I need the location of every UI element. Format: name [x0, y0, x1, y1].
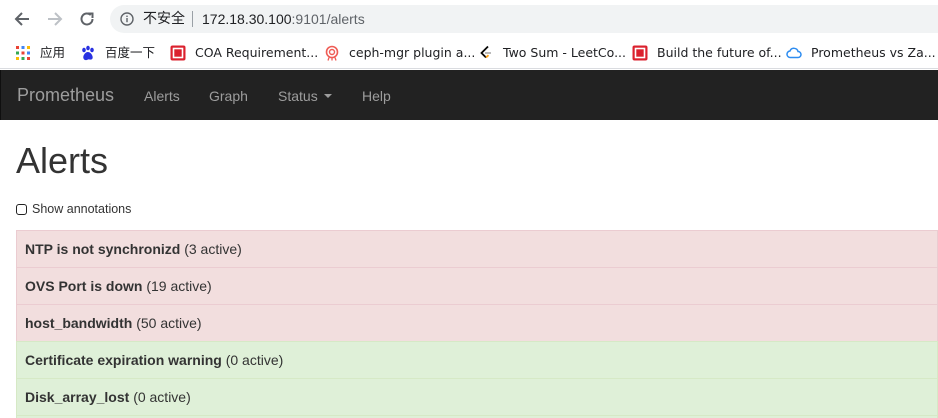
alert-active-count: (50 active)	[136, 315, 202, 331]
security-label: 不安全	[143, 11, 185, 27]
alerts-list: NTP is not synchronizd (3 active) OVS Po…	[16, 230, 938, 418]
bookmark-label: COA Requirement...	[195, 45, 319, 60]
show-annotations-checkbox[interactable]	[16, 203, 27, 215]
nav-help[interactable]: Help	[362, 87, 391, 105]
arrow-right-icon	[48, 12, 63, 26]
top-navbar: Prometheus Alerts Graph Status Help	[0, 70, 938, 120]
info-icon[interactable]	[120, 12, 134, 26]
alert-row[interactable]: NTP is not synchronizd (3 active)	[16, 230, 938, 267]
bookmark-label: ceph-mgr plugin a...	[349, 45, 476, 60]
alert-active-count: (0 active)	[225, 352, 284, 368]
omnibox-divider	[192, 11, 193, 27]
show-annotations-toggle[interactable]: Show annotations	[16, 201, 131, 217]
alert-active-count: (3 active)	[184, 241, 242, 257]
back-button[interactable]	[10, 7, 34, 31]
bookmark-leetcode[interactable]: Two Sum - LeetCo...	[478, 42, 626, 64]
ceph-icon	[325, 45, 339, 61]
bookmark-label: 应用	[40, 45, 66, 60]
leetcode-icon	[480, 45, 491, 59]
alert-row[interactable]: Certificate expiration warning (0 active…	[16, 341, 938, 378]
bookmarks-bar: 应用 百度一下 COA Requirement... ceph-mgr plug…	[0, 37, 938, 69]
cloud-icon	[786, 47, 802, 59]
bookmark-coa-requirement[interactable]: COA Requirement...	[170, 42, 318, 64]
url-path: :9101/alerts	[291, 11, 365, 27]
url-host: 172.18.30.100	[202, 11, 292, 27]
openshift-icon	[170, 45, 186, 61]
bookmark-baidu[interactable]: 百度一下	[80, 42, 155, 64]
show-annotations-label: Show annotations	[32, 202, 132, 216]
alert-active-count: (0 active)	[133, 389, 191, 405]
bookmark-build-future[interactable]: Build the future of...	[632, 42, 782, 64]
reload-button[interactable]	[75, 7, 99, 31]
reload-icon	[80, 12, 94, 26]
url-text[interactable]: 172.18.30.100:9101/alerts	[202, 10, 365, 28]
bookmark-label: 百度一下	[105, 45, 156, 60]
alert-name: host_bandwidth	[25, 315, 133, 331]
nav-status-label: Status	[278, 88, 318, 104]
arrow-left-icon	[14, 12, 29, 26]
alert-name: Disk_array_lost	[25, 389, 130, 405]
address-bar[interactable]: 不安全 172.18.30.100:9101/alerts	[110, 5, 938, 33]
openshift-icon	[632, 45, 648, 61]
alert-name: Certificate expiration warning	[25, 352, 222, 368]
bookmark-label: Two Sum - LeetCo...	[503, 45, 627, 60]
alert-name: OVS Port is down	[25, 278, 143, 294]
browser-toolbar: 不安全 172.18.30.100:9101/alerts	[0, 0, 938, 37]
apps-grid-icon	[16, 46, 30, 60]
alert-active-count: (19 active)	[146, 278, 212, 294]
brand-link[interactable]: Prometheus	[17, 85, 114, 105]
nav-alerts[interactable]: Alerts	[144, 87, 180, 105]
page-title: Alerts	[16, 140, 109, 181]
bookmark-prometheus-vs-zabbix[interactable]: Prometheus vs Za...	[786, 42, 936, 64]
bookmark-apps[interactable]: 应用	[15, 42, 65, 64]
alert-row[interactable]: Disk_array_lost (0 active)	[16, 378, 938, 415]
caret-down-icon	[323, 94, 332, 98]
alert-row[interactable]: host_bandwidth (50 active)	[16, 304, 938, 341]
page-content: Prometheus Alerts Graph Status Help Aler…	[0, 70, 938, 418]
alert-name: NTP is not synchronizd	[25, 241, 181, 257]
bookmark-label: Build the future of...	[657, 45, 782, 60]
alert-row[interactable]: OVS Port is down (19 active)	[16, 267, 938, 304]
bookmark-label: Prometheus vs Za...	[811, 45, 936, 60]
nav-graph[interactable]: Graph	[209, 87, 248, 105]
bookmark-ceph-mgr[interactable]: ceph-mgr plugin a...	[324, 42, 475, 64]
baidu-paw-icon	[82, 45, 94, 61]
forward-button[interactable]	[43, 7, 67, 31]
nav-status-dropdown[interactable]: Status	[278, 87, 332, 105]
